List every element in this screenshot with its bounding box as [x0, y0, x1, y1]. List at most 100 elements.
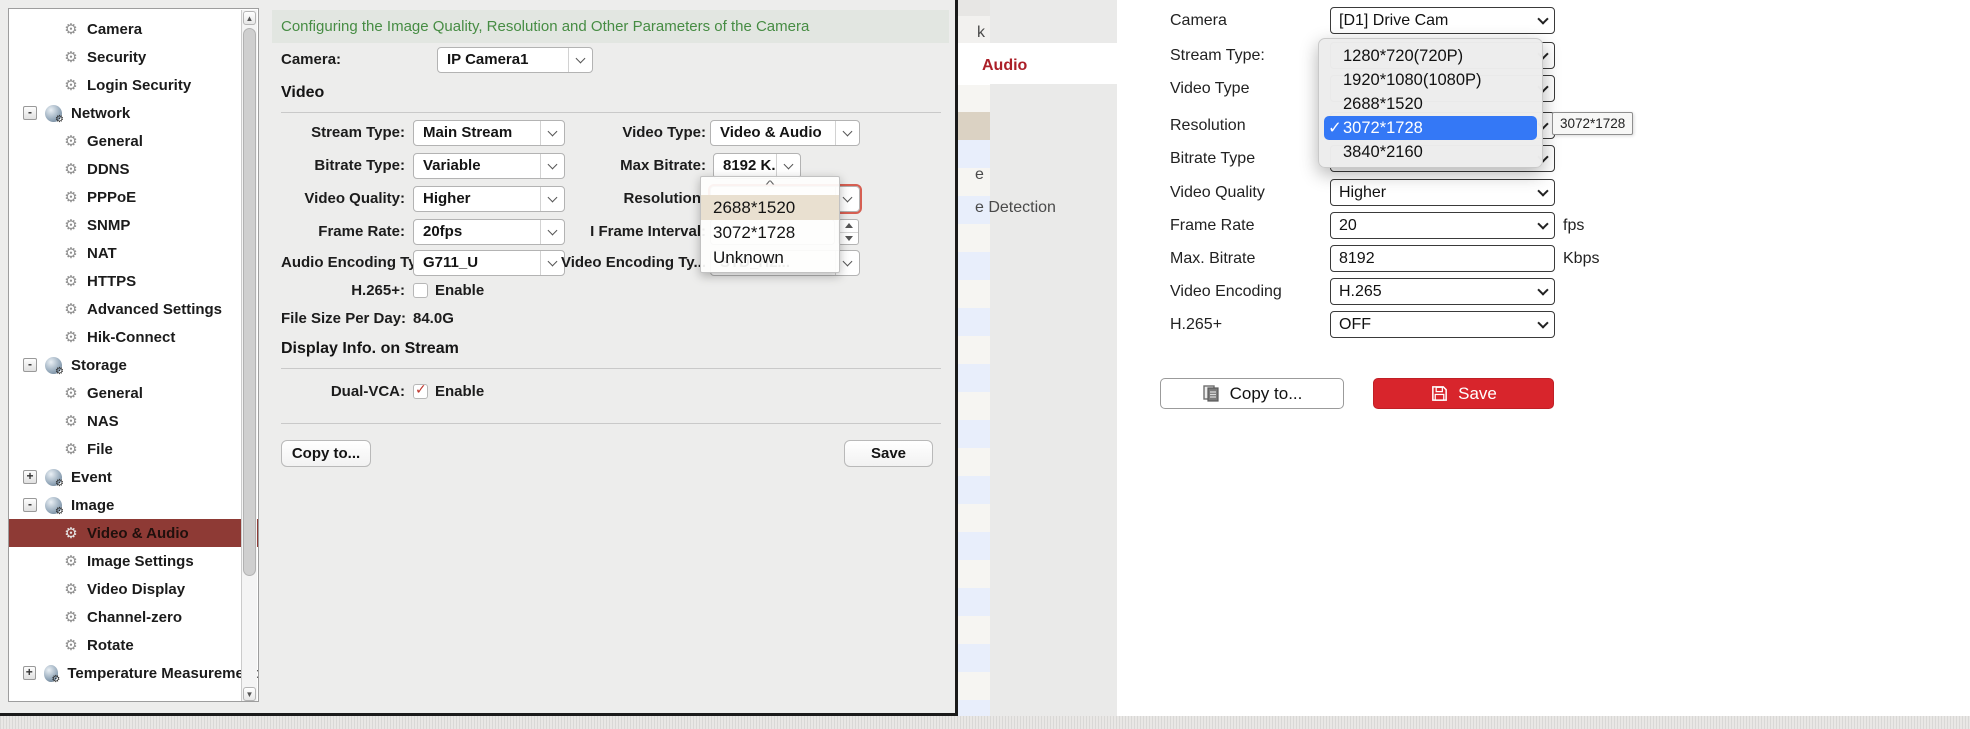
tree-item-label: Storage [71, 357, 127, 374]
save-button-dialog[interactable]: Save [844, 440, 933, 467]
field-value: H.265 [1339, 279, 1532, 304]
tree-item-label: Event [71, 469, 112, 486]
scrollbar-thumb[interactable] [243, 28, 256, 576]
field-label: Stream Type: [281, 120, 405, 146]
tree-item-pppoe[interactable]: ⚙PPPoE [9, 183, 258, 211]
tree-toggle-icon[interactable]: - [23, 358, 37, 372]
tree-item-https[interactable]: ⚙HTTPS [9, 267, 258, 295]
stripe-row [958, 616, 990, 644]
scroll-down-button[interactable]: ▼ [243, 687, 256, 701]
globe-icon [44, 665, 59, 682]
save-label: Save [871, 445, 906, 462]
resolution-option-unknown[interactable]: Unknown [701, 245, 839, 270]
resolution-option-1280-720-720p[interactable]: 1280*720(720P) [1319, 44, 1542, 68]
gear-icon: ⚙ [61, 216, 81, 234]
tree-item-general[interactable]: ⚙General [9, 127, 258, 155]
field-label-video-quality: Video Quality [1170, 179, 1265, 206]
stream-type-combo[interactable]: Main Stream [413, 120, 565, 146]
chevron-down-icon [1532, 312, 1554, 337]
spinner-control[interactable] [838, 219, 859, 245]
tree-toggle-icon[interactable]: - [23, 106, 37, 120]
tree-item-rotate[interactable]: ⚙Rotate [9, 631, 258, 659]
tree-item-label: Hik-Connect [87, 329, 175, 346]
tree-item-login-security[interactable]: ⚙Login Security [9, 71, 258, 99]
tree-item-advanced-settings[interactable]: ⚙Advanced Settings [9, 295, 258, 323]
tree-item-temperature-measurement[interactable]: +Temperature Measurement [9, 659, 258, 687]
tree-item-event[interactable]: + Event [9, 463, 258, 491]
tree-item-label: Network [71, 105, 130, 122]
stripe-row [958, 112, 990, 140]
h265-plus-checkbox[interactable] [413, 283, 428, 298]
gear-icon: ⚙ [61, 440, 81, 458]
resolution-option-3072-1728[interactable]: 3072*1728 [701, 220, 839, 245]
resolution-option-2688-1520[interactable]: 2688*1520 [1319, 92, 1542, 116]
save-button[interactable]: Save [1373, 378, 1554, 409]
video-type-combo[interactable]: Video & Audio [710, 120, 860, 146]
copy-to-button[interactable]: Copy to... [1160, 378, 1344, 409]
field-value: [D1] Drive Cam [1339, 8, 1532, 33]
camera-label: Camera: [281, 47, 341, 73]
resolution-option-1920-1080-1080p[interactable]: 1920*1080(1080P) [1319, 68, 1542, 92]
tree-item-channel-zero[interactable]: ⚙Channel-zero [9, 603, 258, 631]
frame-rate-combo[interactable]: 20fps [413, 219, 565, 245]
tree-item-file[interactable]: ⚙File [9, 435, 258, 463]
tree-item-image-settings[interactable]: ⚙Image Settings [9, 547, 258, 575]
resolution-select-popup: 1280*720(720P)1920*1080(1080P)2688*1520✓… [1318, 38, 1543, 168]
tree-item-general[interactable]: ⚙General [9, 379, 258, 407]
divider [281, 112, 941, 113]
stripe-row [958, 85, 990, 112]
spinner-up-icon[interactable] [839, 220, 858, 233]
tree-item-ddns[interactable]: ⚙DDNS [9, 155, 258, 183]
tree-item-camera[interactable]: ⚙Camera [9, 15, 258, 43]
tree-item-label: Image Settings [87, 553, 194, 570]
h265-plus-enable-label: Enable [435, 278, 484, 304]
desktop-texture [0, 716, 1970, 729]
tree-toggle-icon[interactable]: + [23, 470, 37, 484]
resolution-option-3840-2160[interactable]: 3840*2160 [1319, 140, 1542, 164]
h-265-select[interactable]: OFF [1330, 311, 1555, 338]
audio-encoding-ty-combo[interactable]: G711_U [413, 250, 565, 276]
camera-select[interactable]: [D1] Drive Cam [1330, 7, 1555, 34]
tree-item-nat[interactable]: ⚙NAT [9, 239, 258, 267]
resolution-option-3072-1728[interactable]: ✓3072*1728 [1324, 116, 1537, 140]
dual-vca-checkbox[interactable] [413, 384, 428, 399]
video-encoding-select[interactable]: H.265 [1330, 278, 1555, 305]
tree-item-hik-connect[interactable]: ⚙Hik-Connect [9, 323, 258, 351]
copy-to-button-dialog[interactable]: Copy to... [281, 440, 371, 467]
unit-label: fps [1563, 212, 1584, 239]
field-label: Audio Encoding Ty... [281, 250, 405, 276]
tree-item-security[interactable]: ⚙Security [9, 43, 258, 71]
tree-item-network[interactable]: - Network [9, 99, 258, 127]
tree-toggle-icon[interactable]: + [23, 666, 36, 680]
scroll-up-icon[interactable]: ^ [653, 177, 888, 195]
stripe-row [958, 280, 990, 308]
tree-item-label: Login Security [87, 77, 191, 94]
spinner-down-icon[interactable] [839, 233, 858, 245]
video-quality-combo[interactable]: Higher [413, 186, 565, 212]
row-frame-rate: Frame Rate: [281, 219, 405, 245]
max-bitrate-input[interactable]: 8192 [1330, 245, 1555, 272]
tree-item-video-audio[interactable]: ⚙Video & Audio [9, 519, 258, 547]
tree-item-storage[interactable]: - Storage [9, 351, 258, 379]
chevron-down-icon[interactable] [776, 154, 800, 178]
tree-item-nas[interactable]: ⚙NAS [9, 407, 258, 435]
tree-item-image[interactable]: -Image [9, 491, 258, 519]
frame-rate-select[interactable]: 20 [1330, 212, 1555, 239]
video-quality-select[interactable]: Higher [1330, 179, 1555, 206]
background-row-stripes [958, 0, 990, 716]
chevron-down-icon[interactable] [835, 121, 859, 145]
chevron-down-icon[interactable] [568, 48, 592, 72]
tree-item-video-display[interactable]: ⚙Video Display [9, 575, 258, 603]
tree-toggle-icon[interactable]: - [23, 498, 37, 512]
combo-value: Main Stream [414, 121, 540, 145]
field-label-h-265: H.265+ [1170, 311, 1222, 338]
bitrate-type-combo[interactable]: Variable [413, 153, 565, 179]
camera-combo[interactable]: IP Camera1 [437, 47, 593, 73]
remote-config-dialog: ⚙Camera⚙Security⚙Login Security-Network⚙… [0, 0, 958, 716]
tree-item-label: Advanced Settings [87, 301, 222, 318]
tree-item-snmp[interactable]: ⚙SNMP [9, 211, 258, 239]
field-value: OFF [1339, 312, 1532, 337]
scroll-up-button[interactable]: ▲ [243, 11, 256, 25]
tree-scrollbar[interactable]: ▲ ▼ [241, 10, 257, 702]
resolution-option-2688-1520[interactable]: 2688*1520 [701, 195, 839, 220]
